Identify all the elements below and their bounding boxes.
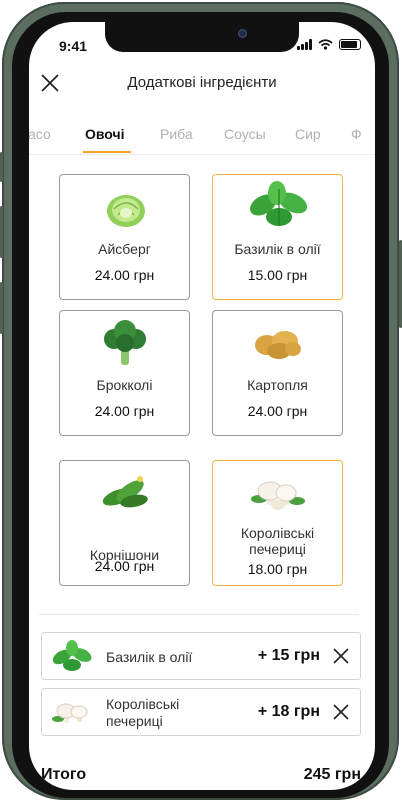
ingredient-name: Картопля — [247, 377, 308, 393]
lettuce-icon — [107, 195, 145, 227]
signal-icon — [297, 39, 312, 50]
page-title: Додаткові інгредієнти — [127, 74, 277, 91]
ingredient-name-line1: Королівські — [240, 525, 315, 541]
tab-cheese[interactable]: Сир — [295, 126, 321, 142]
tab-fish[interactable]: Риба — [160, 126, 193, 142]
mute-switch — [0, 152, 3, 182]
tab-sauces[interactable]: Соусы — [224, 126, 266, 142]
status-icons — [297, 39, 361, 50]
ingredient-name: Базилік в олії — [234, 241, 321, 257]
total-value: 245 грн — [303, 766, 361, 783]
ingredient-card[interactable]: Базилік в олії 15.00 грн — [212, 174, 343, 300]
mushroom-icon — [251, 481, 305, 510]
selected-ingredient-name: Базилік в олії — [106, 649, 193, 665]
selected-ingredient-name-line2: печериці — [106, 713, 163, 729]
tab-partial-right[interactable]: Ф — [351, 126, 362, 142]
ingredient-price: 15.00 грн — [247, 267, 308, 283]
basil-icon — [52, 640, 92, 671]
status-time: 9:41 — [59, 38, 88, 54]
front-camera — [238, 29, 247, 38]
tab-vegetables[interactable]: Овочі — [85, 126, 125, 142]
volume-up-button — [0, 206, 3, 258]
ingredient-card[interactable]: Айсберг 24.00 грн — [59, 174, 190, 300]
wifi-icon — [318, 39, 333, 50]
remove-icon[interactable] — [332, 703, 350, 721]
notch — [105, 22, 299, 52]
selected-ingredient-price: + 18 грн — [257, 703, 320, 720]
battery-icon — [339, 39, 361, 50]
active-tab-indicator — [83, 151, 131, 153]
volume-down-button — [0, 282, 3, 334]
ingredient-card[interactable]: Брокколі 24.00 грн — [59, 310, 190, 436]
ingredient-price: 24.00 грн — [94, 558, 155, 574]
ingredient-card[interactable]: Королівські печериці 18.00 грн — [212, 460, 343, 586]
selected-ingredient-row: Королівські печериці + 18 грн — [41, 688, 361, 736]
selected-ingredient-row: Базилік в олії + 15 грн — [41, 632, 361, 680]
category-tabs: асо Овочі Риба Соусы Сир Ф — [29, 118, 375, 155]
header: Додаткові інгредієнти — [29, 66, 375, 102]
divider — [39, 614, 359, 615]
ingredient-name: Брокколі — [96, 377, 153, 393]
mushroom-icon — [52, 703, 88, 723]
selected-ingredient-price: + 15 грн — [257, 647, 320, 664]
tab-partial-left[interactable]: асо — [29, 126, 51, 142]
ingredient-price: 18.00 грн — [247, 561, 308, 577]
broccoli-icon — [104, 320, 146, 365]
potato-icon — [255, 331, 301, 359]
ingredient-name-line2: печериці — [249, 541, 306, 557]
ingredient-price: 24.00 грн — [94, 403, 155, 419]
ingredient-name: Айсберг — [98, 241, 151, 257]
cucumber-icon — [102, 476, 148, 508]
total-label: Итого — [41, 766, 87, 783]
basil-icon — [250, 181, 308, 226]
app-screen: 9:41 Додаткові інгредієнти асо Овочі Риб… — [29, 22, 375, 790]
ingredient-card[interactable]: Картопля 24.00 грн — [212, 310, 343, 436]
ingredient-price: 24.00 грн — [94, 267, 155, 283]
total-row: Итого 245 грн — [41, 766, 361, 790]
selected-ingredient-name-line1: Королівські — [106, 696, 180, 712]
ingredient-card[interactable]: Корнішони 24.00 грн — [59, 460, 190, 586]
remove-icon[interactable] — [332, 647, 350, 665]
ingredient-price: 24.00 грн — [247, 403, 308, 419]
